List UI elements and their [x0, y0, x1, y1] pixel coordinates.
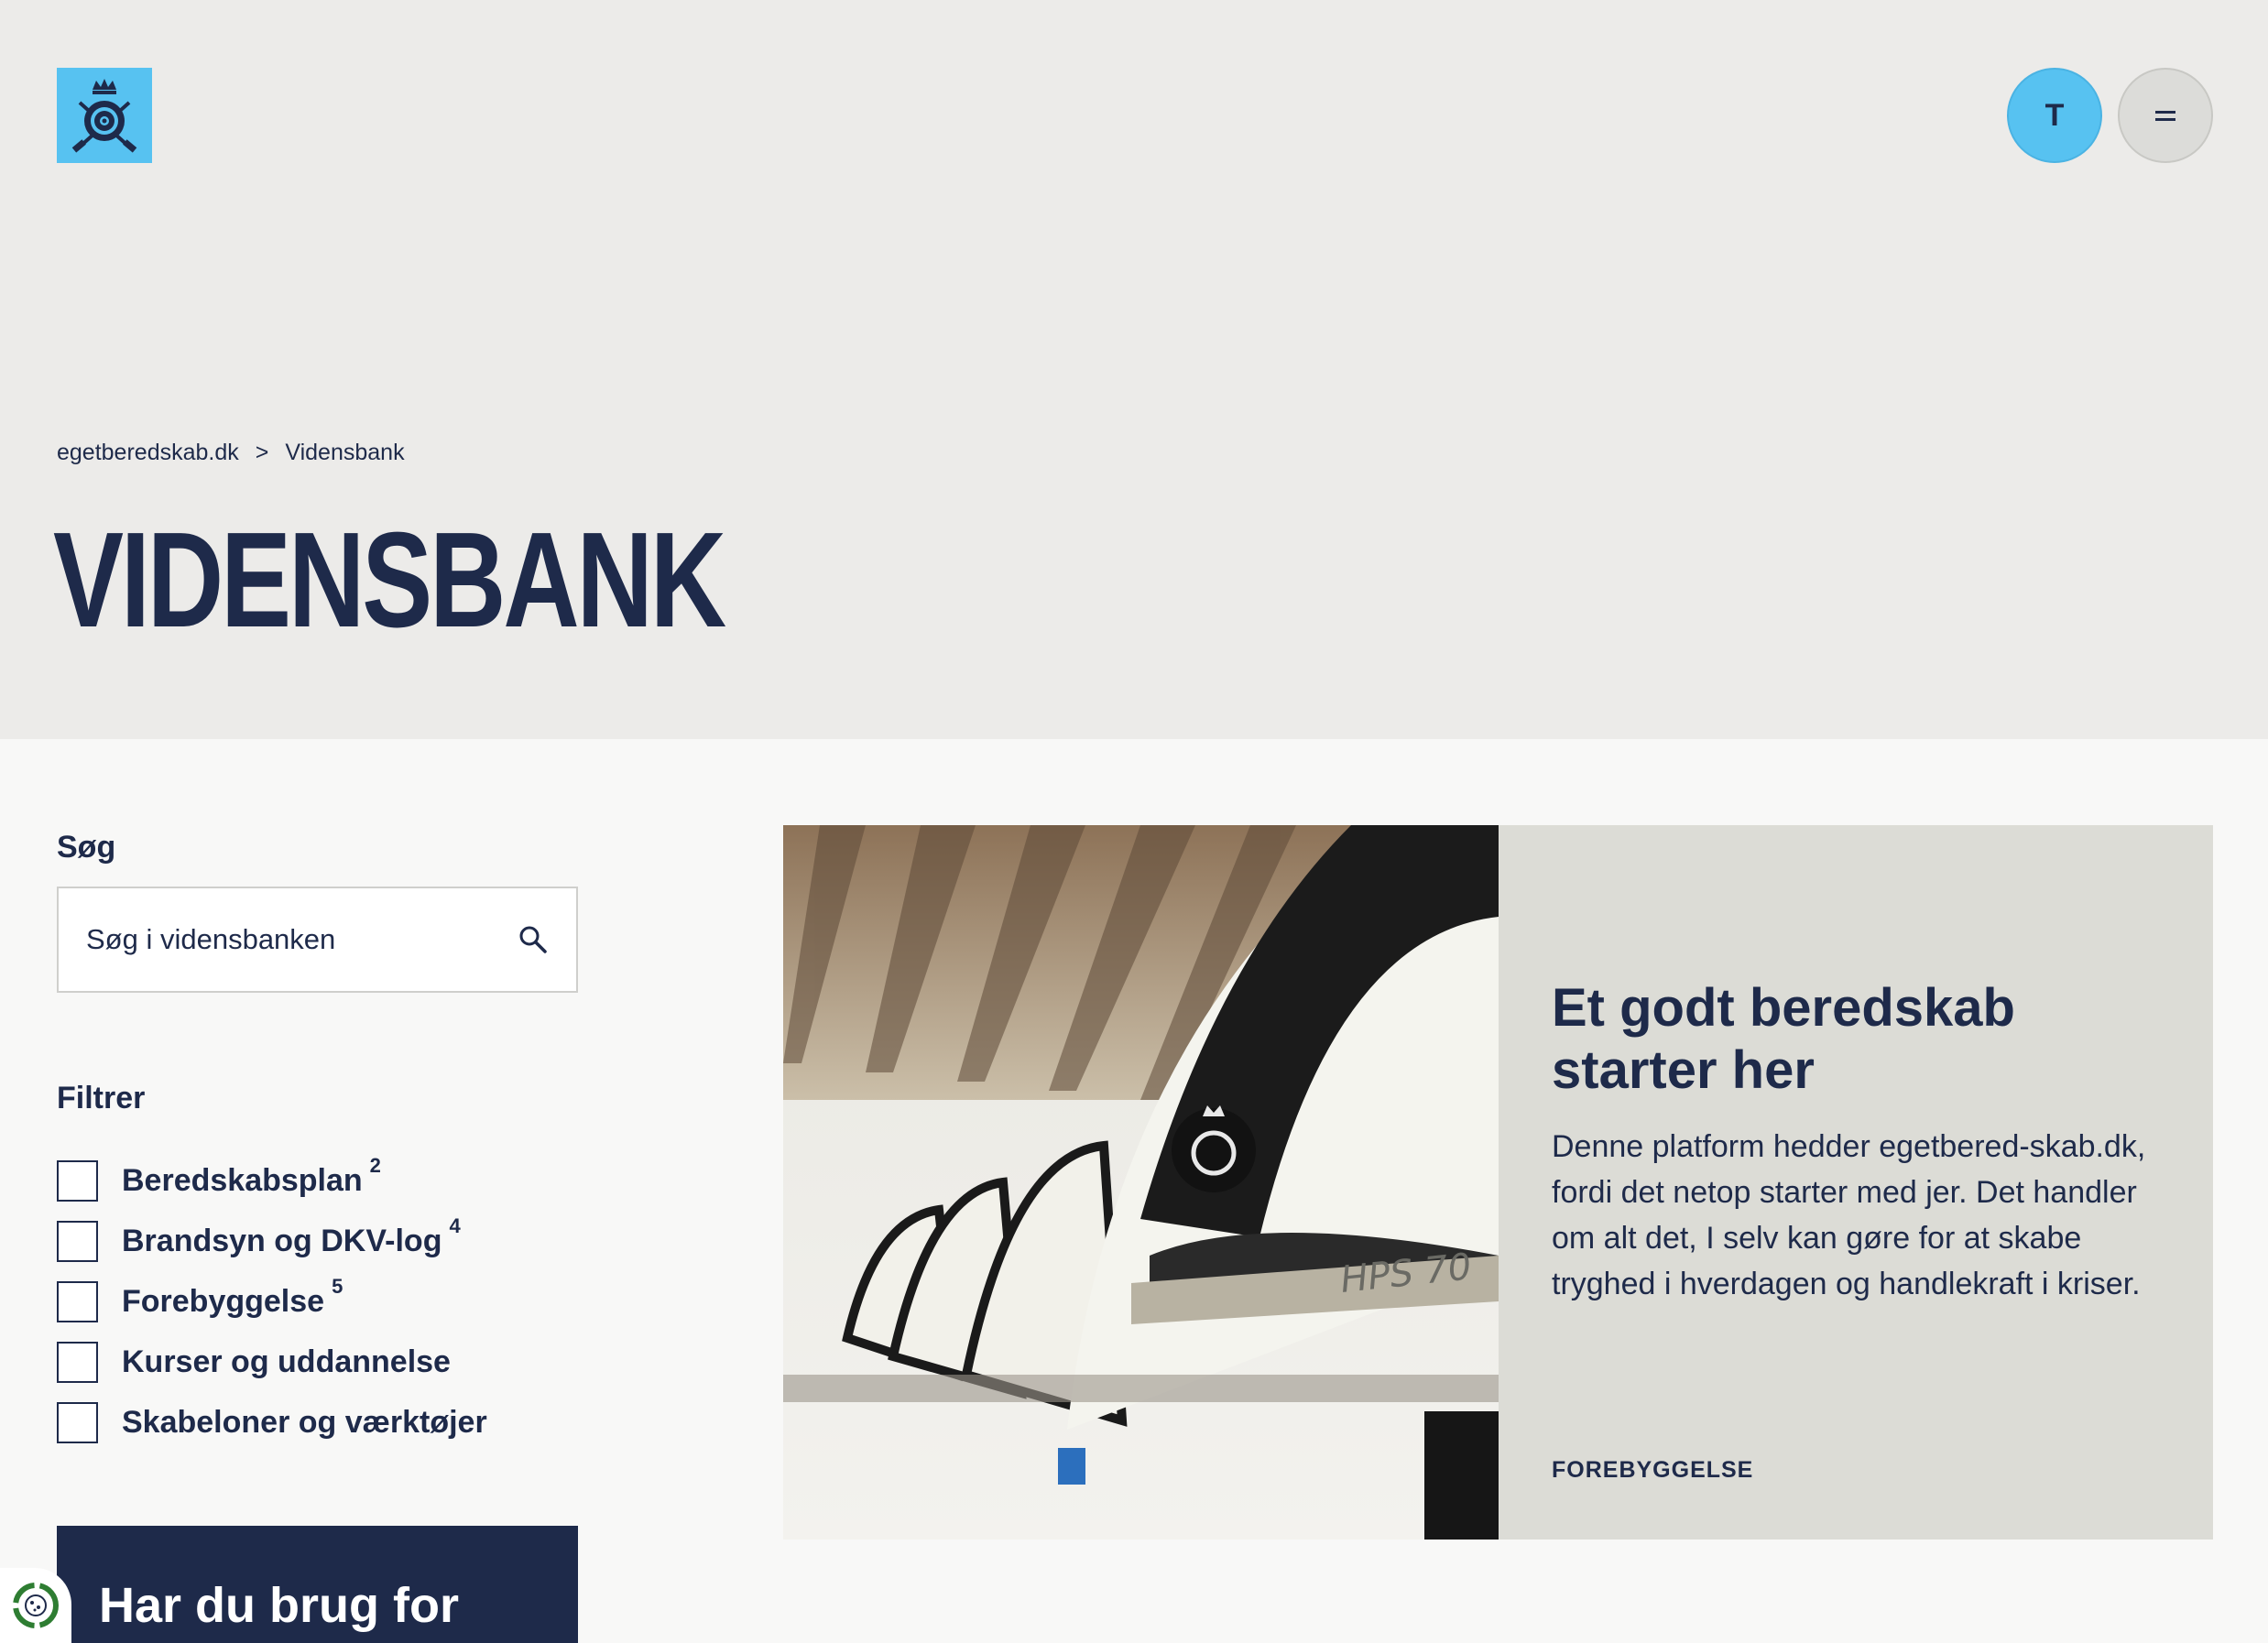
search-input[interactable] — [86, 923, 518, 956]
filter-option-count: 5 — [332, 1275, 343, 1298]
filter-option-label: Beredskabsplan — [122, 1162, 363, 1198]
cookie-settings-button[interactable] — [0, 1568, 71, 1643]
cookie-consent-icon — [13, 1583, 59, 1628]
breadcrumb-separator: > — [255, 440, 269, 465]
article-card-body: Et godt beredskab starter her Denne plat… — [1499, 825, 2213, 1540]
featured-article-card[interactable]: HPS 70 Et godt beredskab starter her Den… — [783, 825, 2213, 1540]
filter-option-beredskabsplan[interactable]: Beredskabsplan 2 — [57, 1150, 487, 1211]
article-excerpt: Denne platform hedder egetbered-skab.dk,… — [1552, 1129, 2146, 1301]
page-title: VIDENSBANK — [53, 505, 726, 656]
breadcrumb-home-link[interactable]: egetberedskab.dk — [57, 440, 239, 466]
filter-option-skabeloner[interactable]: Skabeloner og værktøjer — [57, 1392, 487, 1453]
filter-option-kurser[interactable]: Kurser og uddannelse — [57, 1332, 487, 1392]
article-category-tag[interactable]: FOREBYGGELSE — [1552, 1457, 1753, 1484]
page-header: T egetberedskab.dk > Vidensbank VIDENSBA… — [0, 0, 2268, 739]
search-icon[interactable] — [518, 924, 549, 955]
breadcrumb: egetberedskab.dk > Vidensbank — [57, 440, 405, 466]
filter-option-label: Brandsyn og DKV-log — [122, 1223, 442, 1258]
article-title: Et godt beredskab starter her — [1552, 978, 2015, 1100]
help-box-title: Har du brug for — [99, 1578, 459, 1633]
help-box[interactable]: Har du brug for — [57, 1526, 578, 1643]
article-image: HPS 70 — [783, 825, 1499, 1540]
filter-option-forebyggelse[interactable]: Forebyggelse 5 — [57, 1271, 487, 1332]
search-field — [57, 887, 578, 993]
filter-option-count: 4 — [449, 1214, 461, 1237]
checkbox[interactable] — [57, 1159, 98, 1202]
checkbox[interactable] — [57, 1220, 98, 1262]
user-button[interactable]: T — [2007, 68, 2102, 163]
filter-list: Beredskabsplan 2 Brandsyn og DKV-log 4 F… — [57, 1150, 487, 1453]
filter-heading: Filtrer — [57, 1081, 146, 1115]
checkbox[interactable] — [57, 1280, 98, 1322]
checkbox[interactable] — [57, 1401, 98, 1443]
crown-emblem-icon — [71, 79, 137, 153]
filter-option-label: Skabeloner og værktøjer — [122, 1404, 487, 1440]
checkbox[interactable] — [57, 1341, 98, 1383]
breadcrumb-current: Vidensbank — [285, 440, 405, 465]
filter-option-label: Forebyggelse — [122, 1283, 325, 1319]
menu-button[interactable] — [2118, 68, 2213, 163]
filter-option-brandsyn[interactable]: Brandsyn og DKV-log 4 — [57, 1211, 487, 1271]
search-label: Søg — [57, 830, 116, 865]
menu-icon — [2155, 106, 2175, 125]
firefighter-helmets-image: HPS 70 — [783, 825, 1499, 1540]
filter-option-label: Kurser og uddannelse — [122, 1344, 451, 1379]
site-logo[interactable] — [57, 68, 152, 163]
filter-option-count: 2 — [369, 1154, 381, 1177]
